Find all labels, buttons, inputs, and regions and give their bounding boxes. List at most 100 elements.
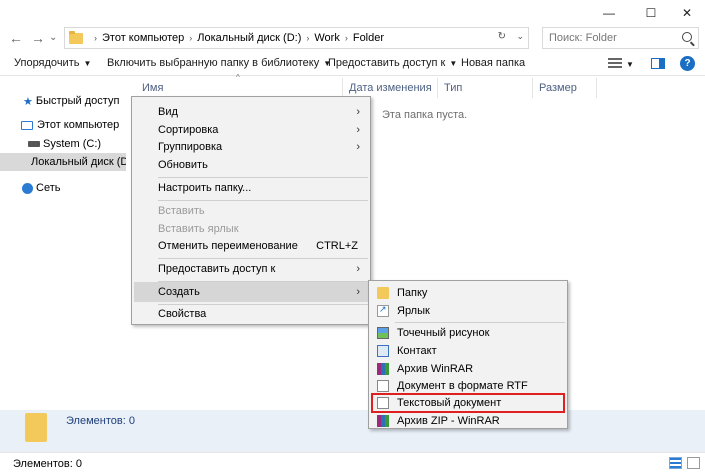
menu-separator bbox=[395, 322, 565, 323]
nav-label: Быстрый доступ bbox=[35, 95, 120, 107]
include-library-button[interactable]: Включить выбранную папку в библиотеку ▼ bbox=[107, 57, 331, 69]
chevron-down-icon: ▼ bbox=[449, 59, 458, 68]
menu-item-group[interactable]: Группировка › bbox=[134, 137, 368, 157]
create-contact-item[interactable]: Контакт bbox=[371, 342, 565, 360]
folder-icon bbox=[69, 30, 83, 44]
details-item-count: Элементов: 0 bbox=[66, 415, 135, 427]
submenu-label: Архив ZIP - WinRAR bbox=[397, 415, 500, 427]
submenu-label: Ярлык bbox=[397, 305, 430, 317]
new-folder-label: Новая папка bbox=[461, 57, 526, 69]
menu-label: Сортировка bbox=[158, 124, 219, 136]
menu-label: Группировка bbox=[158, 141, 223, 153]
create-folder-item[interactable]: Папку bbox=[371, 284, 565, 302]
breadcrumb-separator: › bbox=[189, 33, 193, 43]
text-document-icon bbox=[377, 397, 389, 409]
menu-label: Вставить bbox=[158, 205, 205, 217]
help-icon: ? bbox=[684, 58, 691, 69]
breadcrumb-work[interactable]: Work bbox=[314, 32, 339, 44]
minimize-button[interactable]: — bbox=[586, 0, 632, 26]
menu-item-paste: Вставить bbox=[134, 201, 368, 221]
breadcrumb-this-pc[interactable]: Этот компьютер bbox=[102, 32, 184, 44]
back-button[interactable]: ← bbox=[9, 30, 23, 46]
status-item-count: Элементов: 0 bbox=[13, 458, 82, 470]
back-arrow-icon: ← bbox=[9, 30, 23, 46]
nav-quick-access[interactable]: ★ Быстрый доступ bbox=[0, 92, 126, 110]
address-dropdown-icon[interactable]: ⌄ bbox=[516, 31, 524, 42]
details-pane: Элементов: 0 bbox=[0, 410, 705, 452]
nav-system-c[interactable]: System (C:) bbox=[0, 135, 126, 153]
bitmap-icon bbox=[377, 327, 389, 339]
share-button[interactable]: Предоставить доступ к ▼ bbox=[328, 57, 457, 69]
create-shortcut-item[interactable]: Ярлык bbox=[371, 302, 565, 320]
submenu-label: Архив WinRAR bbox=[397, 363, 474, 375]
column-header-size[interactable]: Размер bbox=[533, 78, 597, 98]
column-label: Размер bbox=[539, 82, 577, 94]
nav-this-pc[interactable]: Этот компьютер bbox=[0, 116, 126, 134]
create-zip-item[interactable]: Архив ZIP - WinRAR bbox=[371, 412, 565, 430]
nav-label: Локальный диск (D bbox=[31, 156, 126, 168]
chevron-down-icon: ▼ bbox=[83, 59, 92, 68]
submenu-label: Контакт bbox=[397, 345, 437, 357]
column-header-name[interactable]: Имя bbox=[136, 78, 343, 98]
nav-network[interactable]: Сеть bbox=[0, 179, 126, 197]
view-dropdown-icon[interactable]: ▼ bbox=[626, 60, 634, 69]
search-input[interactable]: Поиск: Folder bbox=[542, 27, 699, 49]
include-library-label: Включить выбранную папку в библиотеку bbox=[107, 57, 320, 69]
minimize-icon: — bbox=[603, 6, 615, 20]
column-header-type[interactable]: Тип bbox=[438, 78, 533, 98]
menu-item-properties[interactable]: Свойства bbox=[134, 304, 368, 324]
shortcut-icon bbox=[377, 304, 389, 317]
create-submenu: Папку Ярлык Точечный рисунок Контакт Арх… bbox=[368, 280, 568, 429]
folder-icon bbox=[377, 287, 389, 299]
menu-label: Свойства bbox=[158, 308, 207, 320]
menu-item-share[interactable]: Предоставить доступ к › bbox=[134, 259, 368, 279]
preview-pane-icon[interactable] bbox=[651, 58, 665, 69]
menu-item-view[interactable]: Вид › bbox=[134, 102, 368, 122]
large-icons-view-icon[interactable] bbox=[687, 457, 700, 469]
organize-button[interactable]: Упорядочить ▼ bbox=[14, 57, 91, 69]
change-view-icon[interactable] bbox=[608, 58, 622, 69]
folder-icon bbox=[25, 413, 47, 442]
breadcrumb-local-disk[interactable]: Локальный диск (D:) bbox=[197, 32, 301, 44]
new-folder-button[interactable]: Новая папка bbox=[461, 57, 525, 69]
menu-item-undo-rename[interactable]: Отменить переименование CTRL+Z bbox=[134, 236, 368, 256]
search-icon bbox=[682, 32, 692, 42]
create-text-document-item[interactable]: Текстовый документ bbox=[371, 393, 565, 413]
menu-label: Вид bbox=[158, 106, 178, 118]
column-header-date[interactable]: Дата изменения bbox=[343, 78, 438, 98]
nav-label: System (C:) bbox=[43, 138, 102, 150]
menu-item-create[interactable]: Создать › bbox=[134, 282, 368, 302]
nav-local-disk-d[interactable]: Локальный диск (D bbox=[0, 153, 126, 171]
menu-label: Обновить bbox=[158, 159, 208, 171]
organize-label: Упорядочить bbox=[14, 57, 80, 69]
computer-icon bbox=[21, 120, 33, 130]
search-placeholder: Поиск: Folder bbox=[549, 32, 617, 44]
column-label: Дата изменения bbox=[349, 82, 432, 94]
menu-item-refresh[interactable]: Обновить bbox=[134, 155, 368, 175]
breadcrumb: › Этот компьютер › Локальный диск (D:) ›… bbox=[89, 32, 384, 44]
close-button[interactable]: ✕ bbox=[664, 0, 705, 26]
menu-item-customize[interactable]: Настроить папку... bbox=[134, 178, 368, 198]
column-label: Имя bbox=[142, 82, 164, 94]
maximize-icon: ☐ bbox=[645, 6, 657, 20]
refresh-icon[interactable]: ↻ bbox=[498, 31, 506, 42]
recent-locations-button[interactable]: ⌄ bbox=[49, 32, 57, 43]
address-bar[interactable]: › Этот компьютер › Локальный диск (D:) ›… bbox=[64, 27, 529, 49]
network-icon bbox=[22, 182, 33, 194]
create-winrar-item[interactable]: Архив WinRAR bbox=[371, 360, 565, 378]
submenu-label: Документ в формате RTF bbox=[397, 380, 528, 392]
share-label: Предоставить доступ к bbox=[328, 57, 446, 69]
breadcrumb-separator: › bbox=[344, 33, 348, 43]
title-bar: — ☐ ✕ ← → ⌄ › Этот компьютер › Локальный… bbox=[0, 0, 705, 52]
menu-label: Вставить ярлык bbox=[158, 223, 239, 235]
details-view-icon[interactable] bbox=[669, 457, 682, 469]
chevron-right-icon: › bbox=[356, 106, 360, 118]
create-bitmap-item[interactable]: Точечный рисунок bbox=[371, 324, 565, 342]
breadcrumb-folder[interactable]: Folder bbox=[353, 32, 384, 44]
forward-button[interactable]: → bbox=[31, 30, 45, 46]
context-menu: Вид › Сортировка › Группировка › Обновить Н… bbox=[131, 96, 371, 325]
menu-label: Настроить папку... bbox=[158, 182, 252, 194]
drive-icon bbox=[28, 141, 40, 147]
chevron-right-icon: › bbox=[356, 141, 360, 153]
help-button[interactable]: ? bbox=[680, 56, 695, 71]
